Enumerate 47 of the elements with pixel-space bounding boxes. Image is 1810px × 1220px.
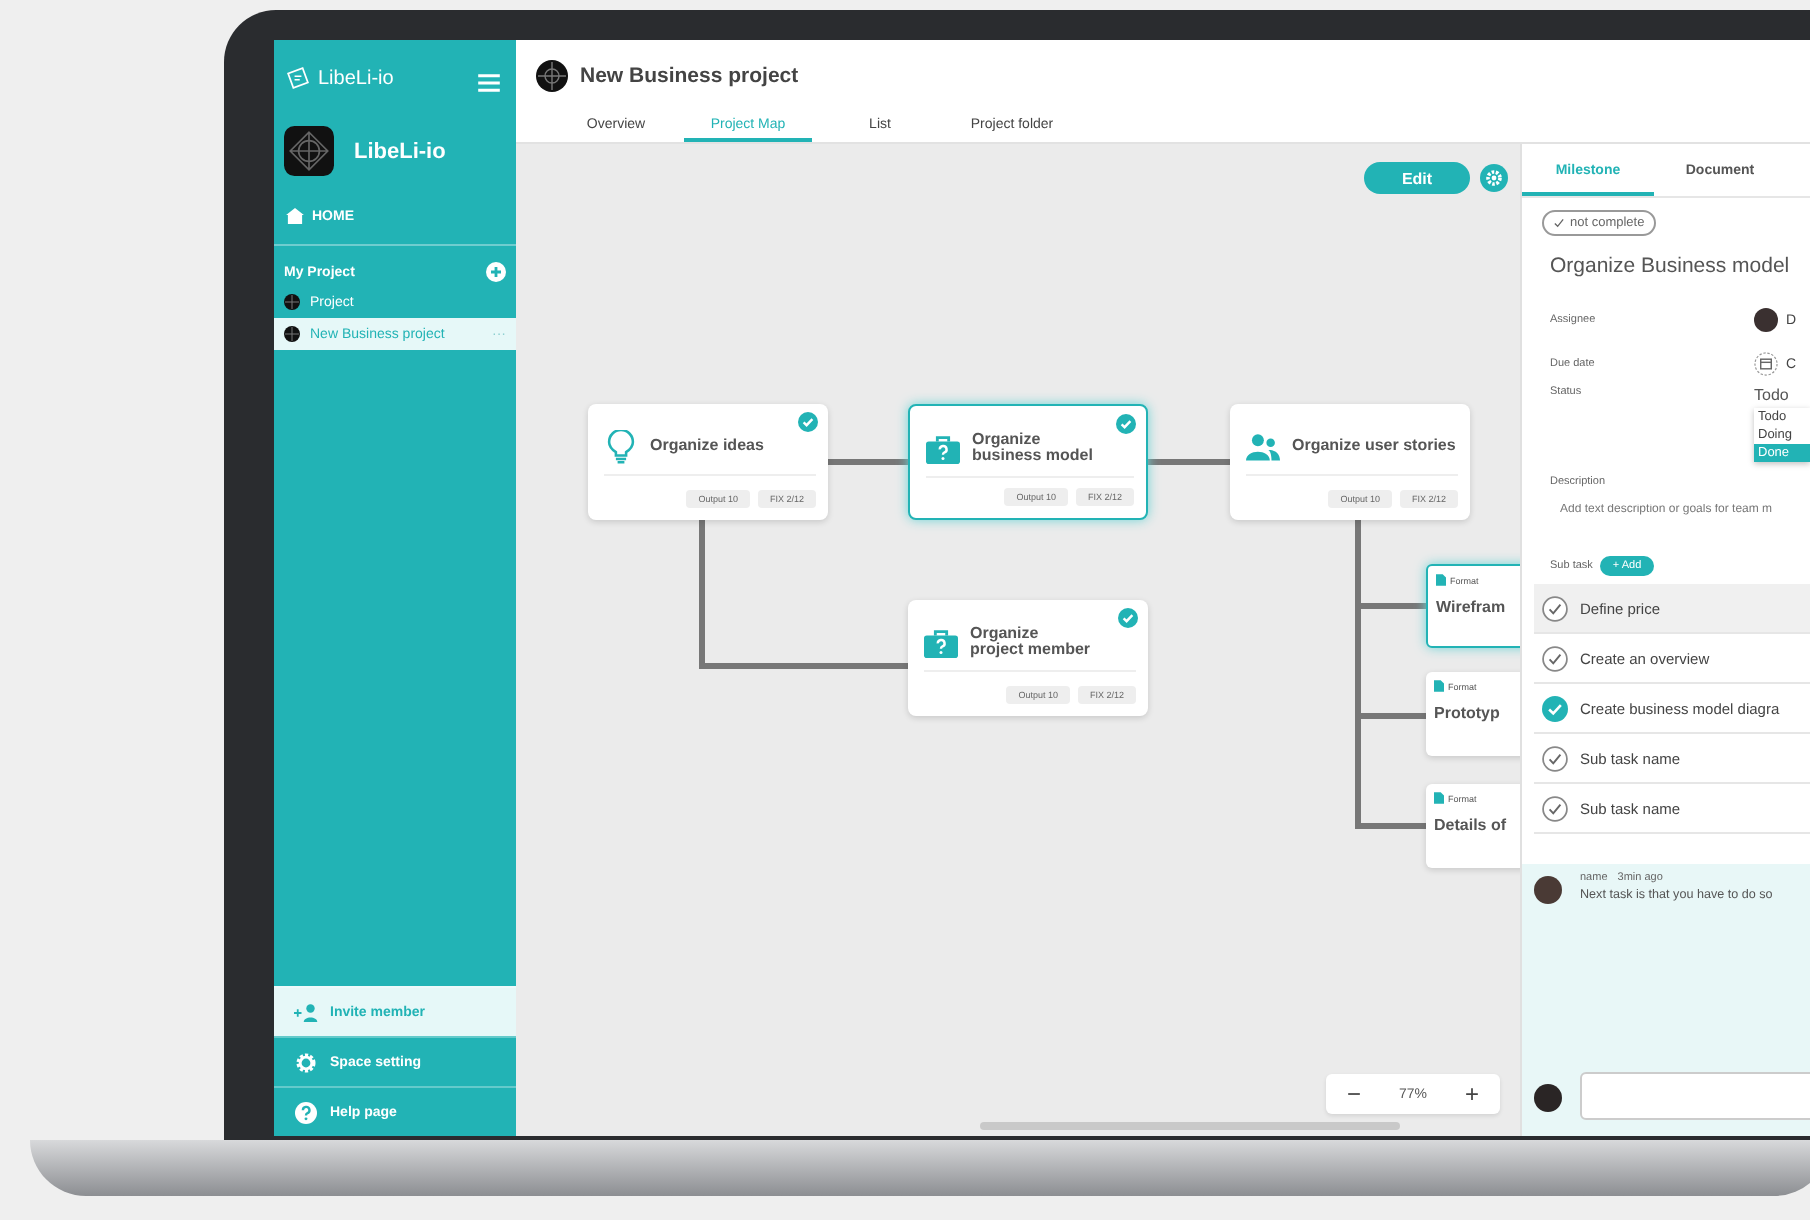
project-title: New Business project: [580, 64, 799, 88]
add-user-icon: [294, 1001, 318, 1023]
zoom-out-button[interactable]: −: [1342, 1082, 1365, 1106]
format-title: Prototyp: [1434, 704, 1500, 722]
check-icon: [1554, 218, 1564, 228]
avatar-icon: [1534, 1084, 1562, 1112]
task-title: Organize project member: [970, 625, 1091, 659]
add-icon[interactable]: [486, 262, 506, 282]
help-icon: [294, 1101, 318, 1123]
briefcase-icon: [924, 625, 958, 659]
avatar-icon: [1534, 876, 1562, 904]
task-title: Organize user stories: [1292, 437, 1456, 455]
avatar-icon: [1754, 308, 1778, 332]
project-avatar-icon: [284, 294, 300, 310]
connector-line: [1148, 459, 1230, 465]
check-icon[interactable]: [1542, 595, 1568, 621]
task-title: Organize business model: [972, 431, 1093, 465]
project-avatar-icon: [284, 326, 300, 342]
check-icon[interactable]: [1542, 745, 1568, 771]
logo-icon: [286, 66, 310, 90]
settings-icon: [294, 1051, 318, 1073]
scrollbar[interactable]: [980, 1122, 1400, 1130]
lightbulb-icon: [604, 429, 638, 463]
document-icon: [1434, 792, 1444, 804]
comment-field[interactable]: [1580, 1072, 1810, 1120]
brand-name: LibeLi-io: [318, 67, 396, 89]
users-icon: [1246, 429, 1280, 463]
workspace-logo-icon: [284, 126, 334, 176]
workspace-name: LibeLi-io: [354, 139, 446, 163]
task-title: Organize ideas: [650, 437, 764, 455]
format-title: Wirefram: [1436, 598, 1506, 616]
document-icon: [1434, 680, 1444, 692]
milestone-title: Organize Business model: [1550, 254, 1792, 278]
menu-icon[interactable]: [478, 74, 500, 92]
home-icon: [286, 208, 304, 224]
connector-line: [828, 459, 908, 465]
check-icon[interactable]: [1542, 645, 1568, 671]
check-icon[interactable]: [1542, 795, 1568, 821]
zoom-in-button[interactable]: +: [1460, 1082, 1483, 1106]
briefcase-icon: [926, 431, 960, 465]
calendar-icon[interactable]: [1754, 352, 1778, 376]
document-icon: [1436, 574, 1446, 586]
status-select[interactable]: Todo: [1754, 386, 1789, 404]
format-title: Details of: [1434, 816, 1507, 834]
settings-icon[interactable]: [1480, 164, 1508, 192]
project-logo-icon: [536, 60, 568, 92]
check-icon[interactable]: [1542, 695, 1568, 721]
